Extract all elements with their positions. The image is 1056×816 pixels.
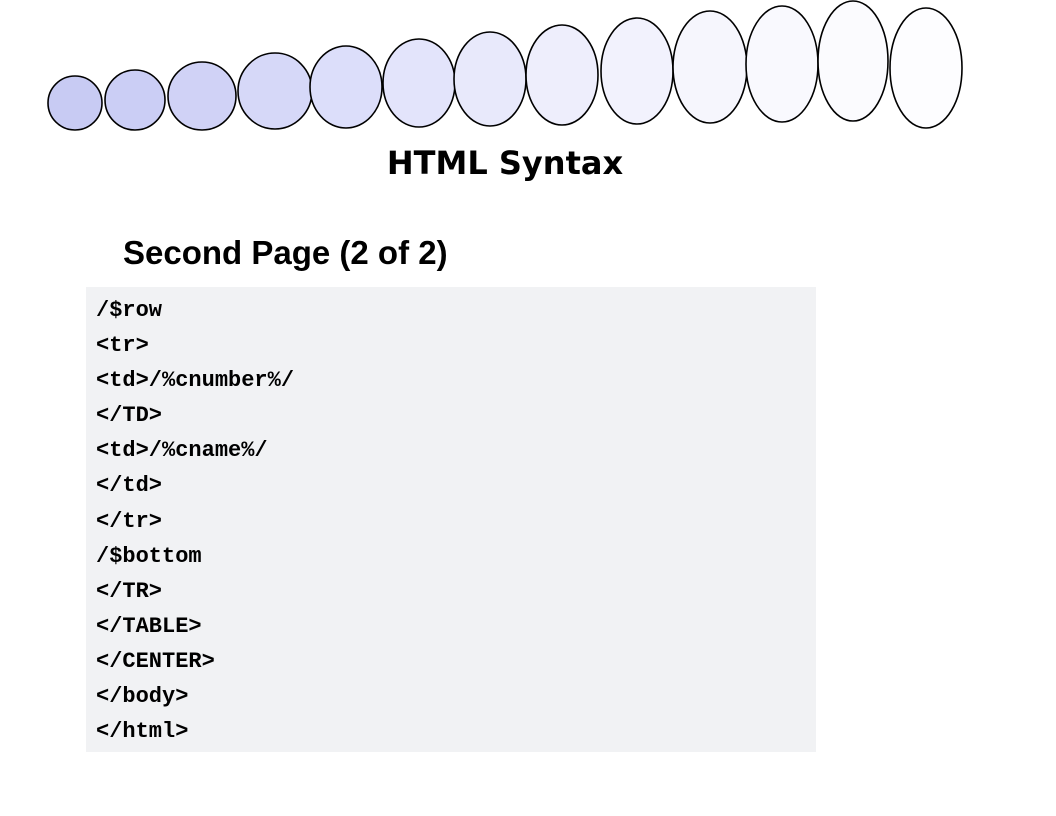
header-oval	[309, 45, 383, 129]
header-oval	[237, 52, 313, 130]
slide-subtitle: Second Page (2 of 2)	[123, 234, 448, 271]
header-oval	[745, 5, 819, 123]
code-line: /$bottom	[96, 543, 202, 569]
header-oval	[453, 31, 527, 127]
header-oval	[525, 24, 599, 126]
code-line: <tr>	[96, 333, 149, 359]
slide-title: HTML Syntax	[386, 144, 624, 182]
code-line: </td>	[96, 473, 163, 499]
header-oval	[889, 7, 963, 129]
header-oval	[600, 17, 674, 125]
code-block: /$row <tr> <td>/%cnumber%/ </TD> <td>/%c…	[86, 287, 816, 752]
code-line: </tr>	[96, 508, 163, 534]
code-line: /$row	[96, 298, 163, 323]
code-line: </TD>	[96, 403, 163, 429]
code-line: <td>/%cnumber%/	[96, 368, 295, 394]
code-line: <td>/%cname%/	[96, 438, 268, 464]
header-oval	[817, 0, 889, 122]
code-line: </TR>	[96, 578, 163, 604]
code-line: </body>	[96, 684, 189, 710]
header-oval	[47, 75, 103, 131]
header-oval	[104, 69, 166, 131]
header-oval	[167, 61, 237, 131]
code-line: </html>	[96, 719, 189, 745]
header-oval	[382, 38, 456, 128]
header-oval	[672, 10, 748, 124]
code-line: </TABLE>	[96, 613, 202, 639]
header-oval-chain	[47, 0, 963, 131]
code-line: </CENTER>	[96, 648, 215, 674]
